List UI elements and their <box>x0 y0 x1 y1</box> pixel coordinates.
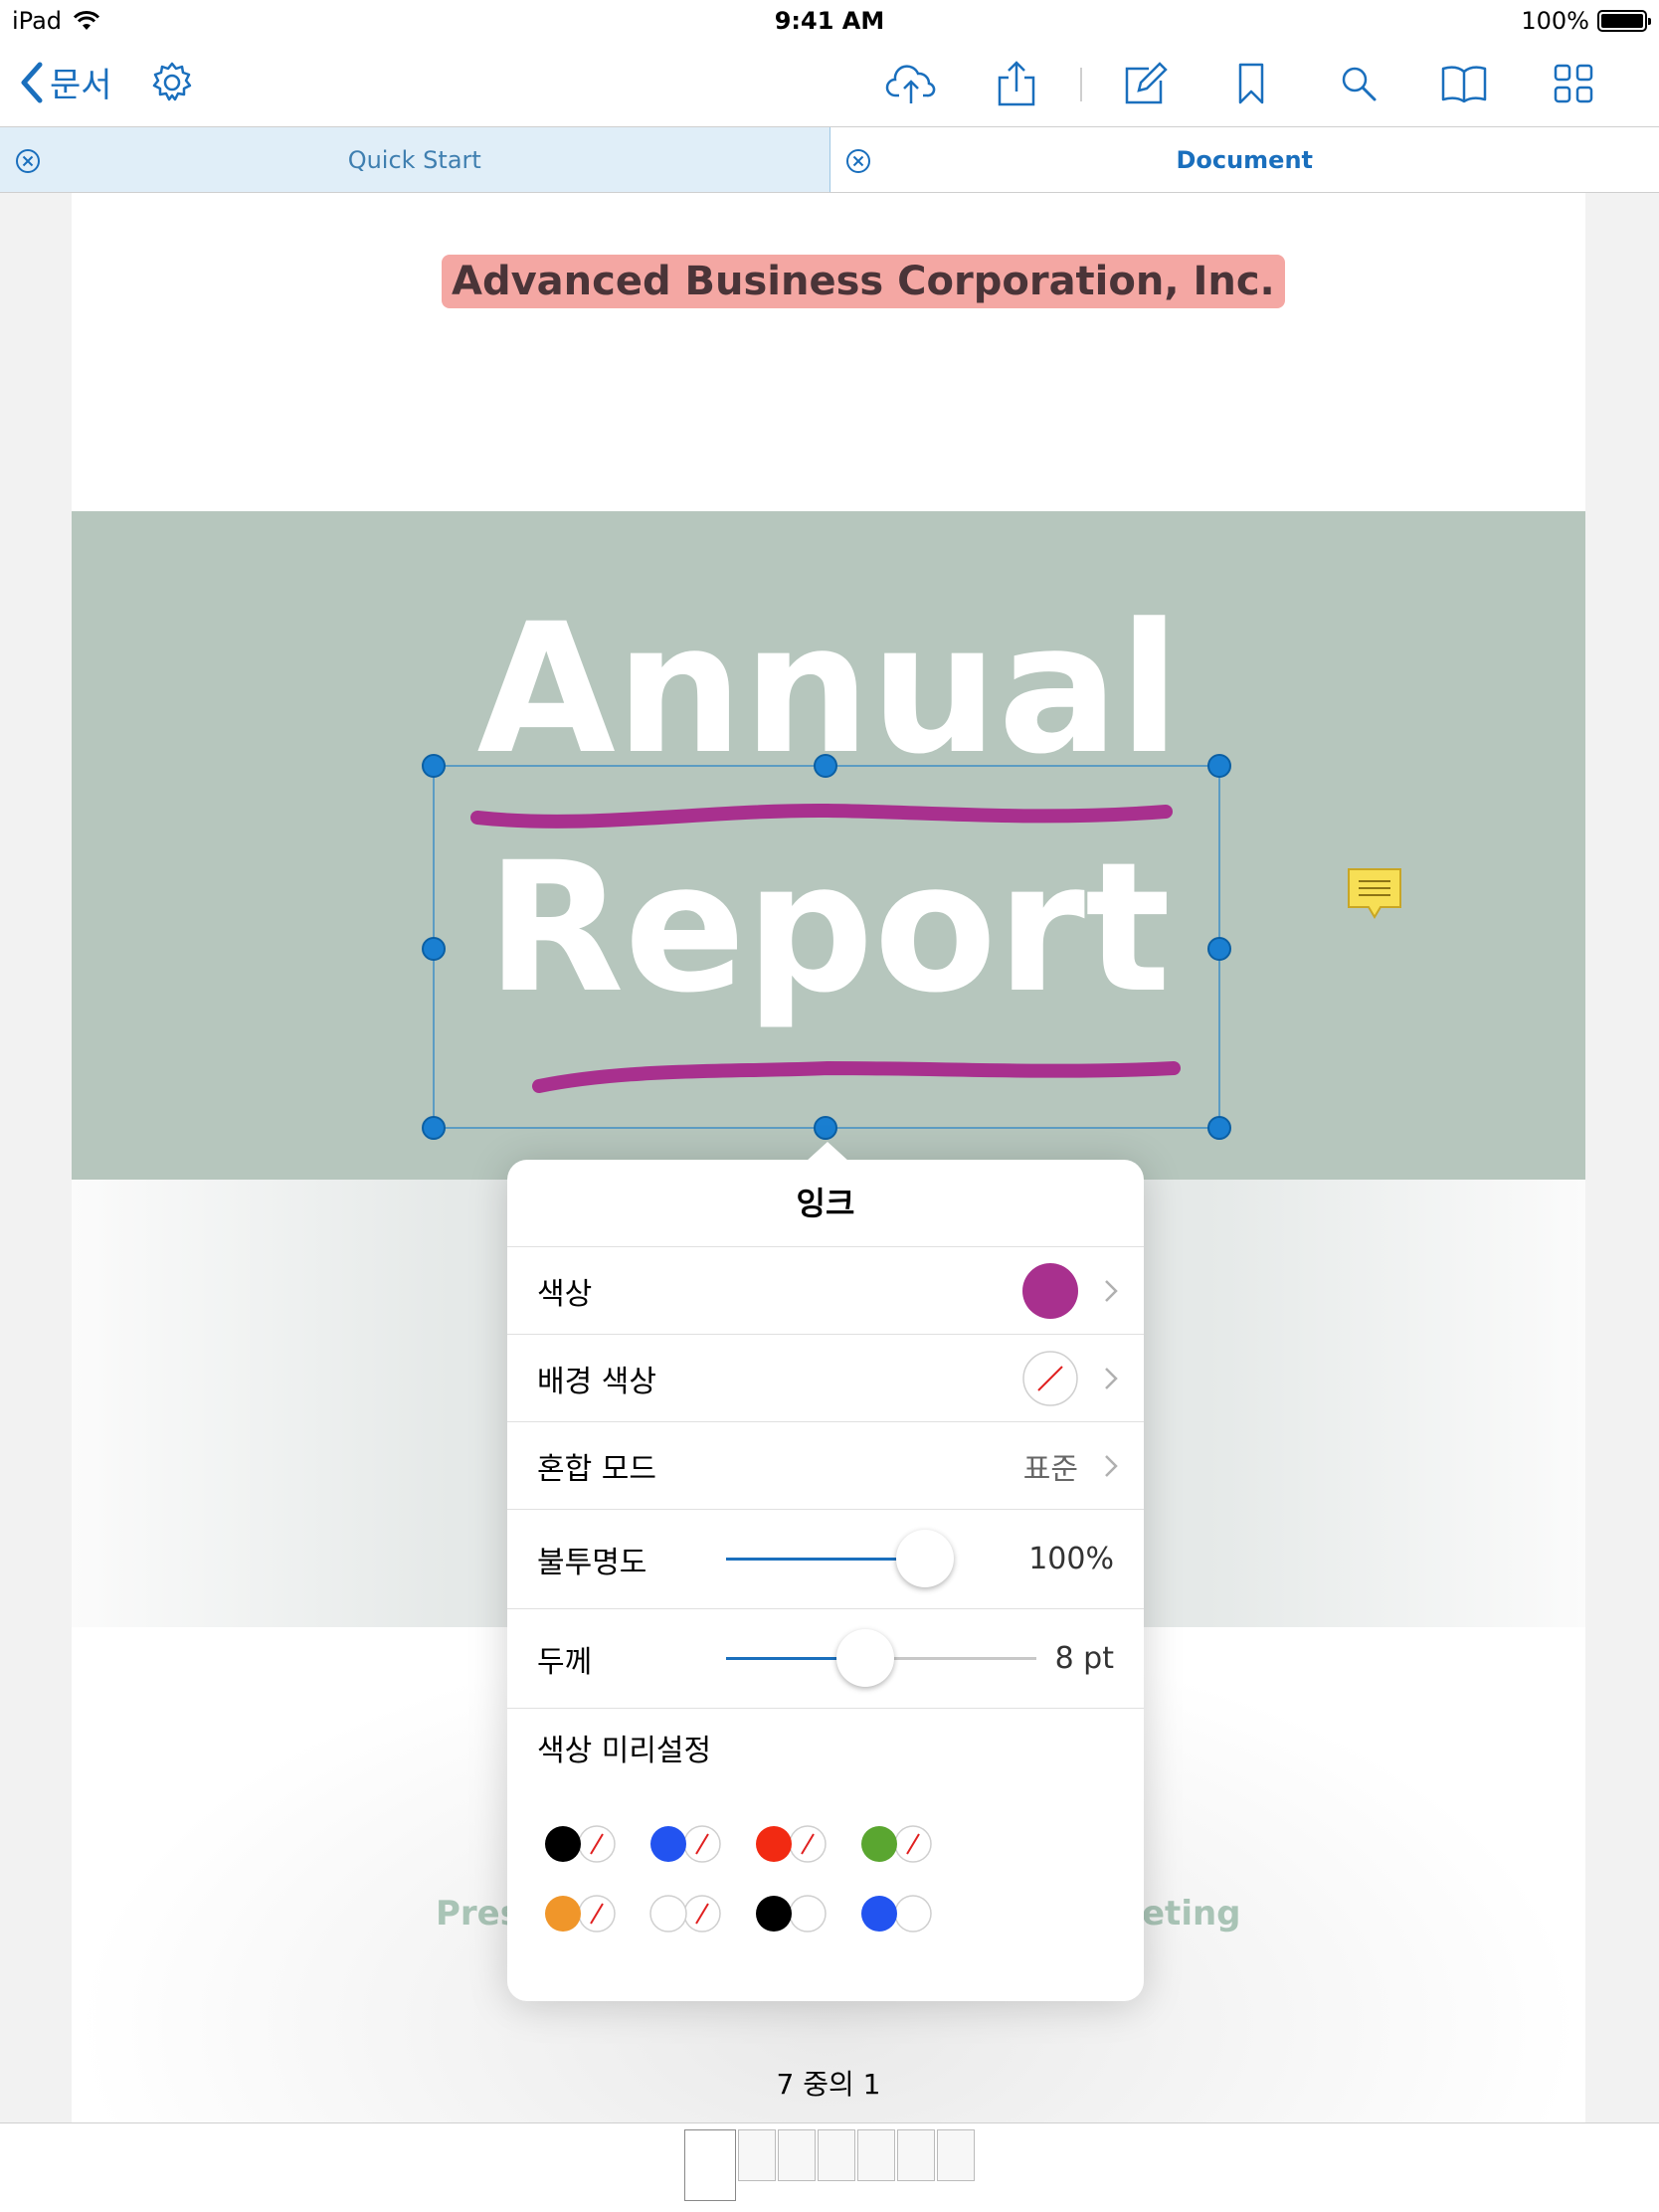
blend-mode-row[interactable]: 혼합 모드 표준 <box>507 1422 1144 1510</box>
color-preset-4[interactable] <box>853 1816 949 1872</box>
battery-icon <box>1597 10 1651 32</box>
back-button[interactable]: 문서 <box>20 58 112 106</box>
tab-quick-start[interactable]: Quick Start <box>0 127 830 192</box>
ink-properties-popover: 잉크 색상 배경 색상 혼합 모드 표준 불투명도 100% 두께 8 pt 색… <box>507 1142 1144 2001</box>
popover-title: 잉크 <box>507 1160 1144 1247</box>
color-preset-2[interactable] <box>643 1816 738 1872</box>
resize-handle-left[interactable] <box>422 937 446 961</box>
battery-percent: 100% <box>1521 7 1589 35</box>
resize-handle-right[interactable] <box>1207 937 1231 961</box>
resize-handle-top-left[interactable] <box>422 754 446 778</box>
page-thumbnail[interactable] <box>857 2129 895 2181</box>
thickness-value: 8 pt <box>1054 1641 1114 1676</box>
opacity-slider-track[interactable] <box>726 1558 925 1561</box>
grid-icon <box>1554 64 1593 103</box>
cloud-sync-button[interactable] <box>885 58 937 109</box>
resize-handle-top[interactable] <box>814 754 837 778</box>
opacity-label: 불투명도 <box>537 1545 647 1580</box>
chevron-right-icon <box>1105 1280 1118 1302</box>
resize-handle-bottom-right[interactable] <box>1207 1116 1231 1140</box>
share-icon <box>998 61 1035 106</box>
page-thumbnail[interactable] <box>738 2129 776 2181</box>
status-bar: iPad 9:41 AM 100% <box>0 0 1659 40</box>
book-icon <box>1441 66 1487 103</box>
clock: 9:41 AM <box>774 7 885 35</box>
opacity-row: 불투명도 100% <box>507 1510 1144 1609</box>
sticky-note-icon[interactable] <box>1347 867 1402 925</box>
color-preset-5[interactable] <box>537 1886 633 1941</box>
color-row[interactable]: 색상 <box>507 1247 1144 1335</box>
bookmark-button[interactable] <box>1225 58 1277 109</box>
tab-document[interactable]: Document <box>830 127 1659 192</box>
bookmark-icon <box>1238 63 1264 104</box>
subtitle-fragment-right: eting <box>1142 1894 1241 1934</box>
gear-icon[interactable] <box>149 60 195 105</box>
edit-icon <box>1125 62 1168 104</box>
search-button[interactable] <box>1333 58 1384 109</box>
back-label: 문서 <box>50 66 112 105</box>
blend-mode-value: 표준 <box>1022 1451 1078 1487</box>
cloud-upload-icon <box>885 65 936 103</box>
page-thumbnail[interactable] <box>778 2129 816 2181</box>
page-thumbnail[interactable] <box>897 2129 935 2181</box>
thumbnails-button[interactable] <box>1548 58 1599 109</box>
chevron-right-icon <box>1105 1368 1118 1389</box>
toolbar-divider <box>1080 68 1082 101</box>
opacity-value: 100% <box>1028 1542 1114 1576</box>
page-thumbnail-strip <box>0 2122 1659 2212</box>
annotate-button[interactable] <box>1120 58 1172 109</box>
color-preset-6[interactable] <box>643 1886 738 1941</box>
color-label: 색상 <box>537 1276 593 1312</box>
page-indicator: 7 중의 1 <box>776 2068 881 2101</box>
resize-handle-bottom[interactable] <box>814 1116 837 1140</box>
color-preset-1[interactable] <box>537 1816 633 1872</box>
chevron-left-icon <box>21 62 43 102</box>
resize-handle-bottom-left[interactable] <box>422 1116 446 1140</box>
thickness-label: 두께 <box>537 1644 593 1680</box>
page-thumbnail[interactable] <box>818 2129 855 2181</box>
color-presets-label: 색상 미리설정 <box>537 1734 712 1768</box>
document-tabs: Quick Start Document <box>0 127 1659 193</box>
ink-color-swatch <box>1022 1262 1078 1319</box>
close-tab-icon[interactable] <box>844 147 872 175</box>
thickness-row: 두께 8 pt <box>507 1609 1144 1709</box>
color-presets-grid <box>507 1794 1144 2013</box>
blend-mode-label: 혼합 모드 <box>537 1451 656 1487</box>
thickness-slider-knob[interactable] <box>836 1629 895 1687</box>
color-preset-7[interactable] <box>748 1886 843 1941</box>
close-tab-icon[interactable] <box>14 147 42 175</box>
no-color-swatch-icon <box>1022 1350 1078 1406</box>
reader-button[interactable] <box>1438 58 1490 109</box>
page-thumbnail-current[interactable] <box>684 2129 736 2201</box>
chevron-right-icon <box>1105 1455 1118 1477</box>
color-preset-3[interactable] <box>748 1816 843 1872</box>
toolbar: 문서 <box>0 40 1659 127</box>
page-thumbnail[interactable] <box>937 2129 975 2181</box>
opacity-slider-knob[interactable] <box>896 1530 954 1587</box>
tab-label: Quick Start <box>347 145 481 174</box>
color-preset-8[interactable] <box>853 1886 949 1941</box>
resize-handle-top-right[interactable] <box>1207 754 1231 778</box>
share-button[interactable] <box>991 58 1042 109</box>
tab-label: Document <box>1176 145 1314 174</box>
search-icon <box>1342 67 1377 101</box>
background-color-label: 배경 색상 <box>537 1364 656 1399</box>
background-color-row[interactable]: 배경 색상 <box>507 1335 1144 1422</box>
